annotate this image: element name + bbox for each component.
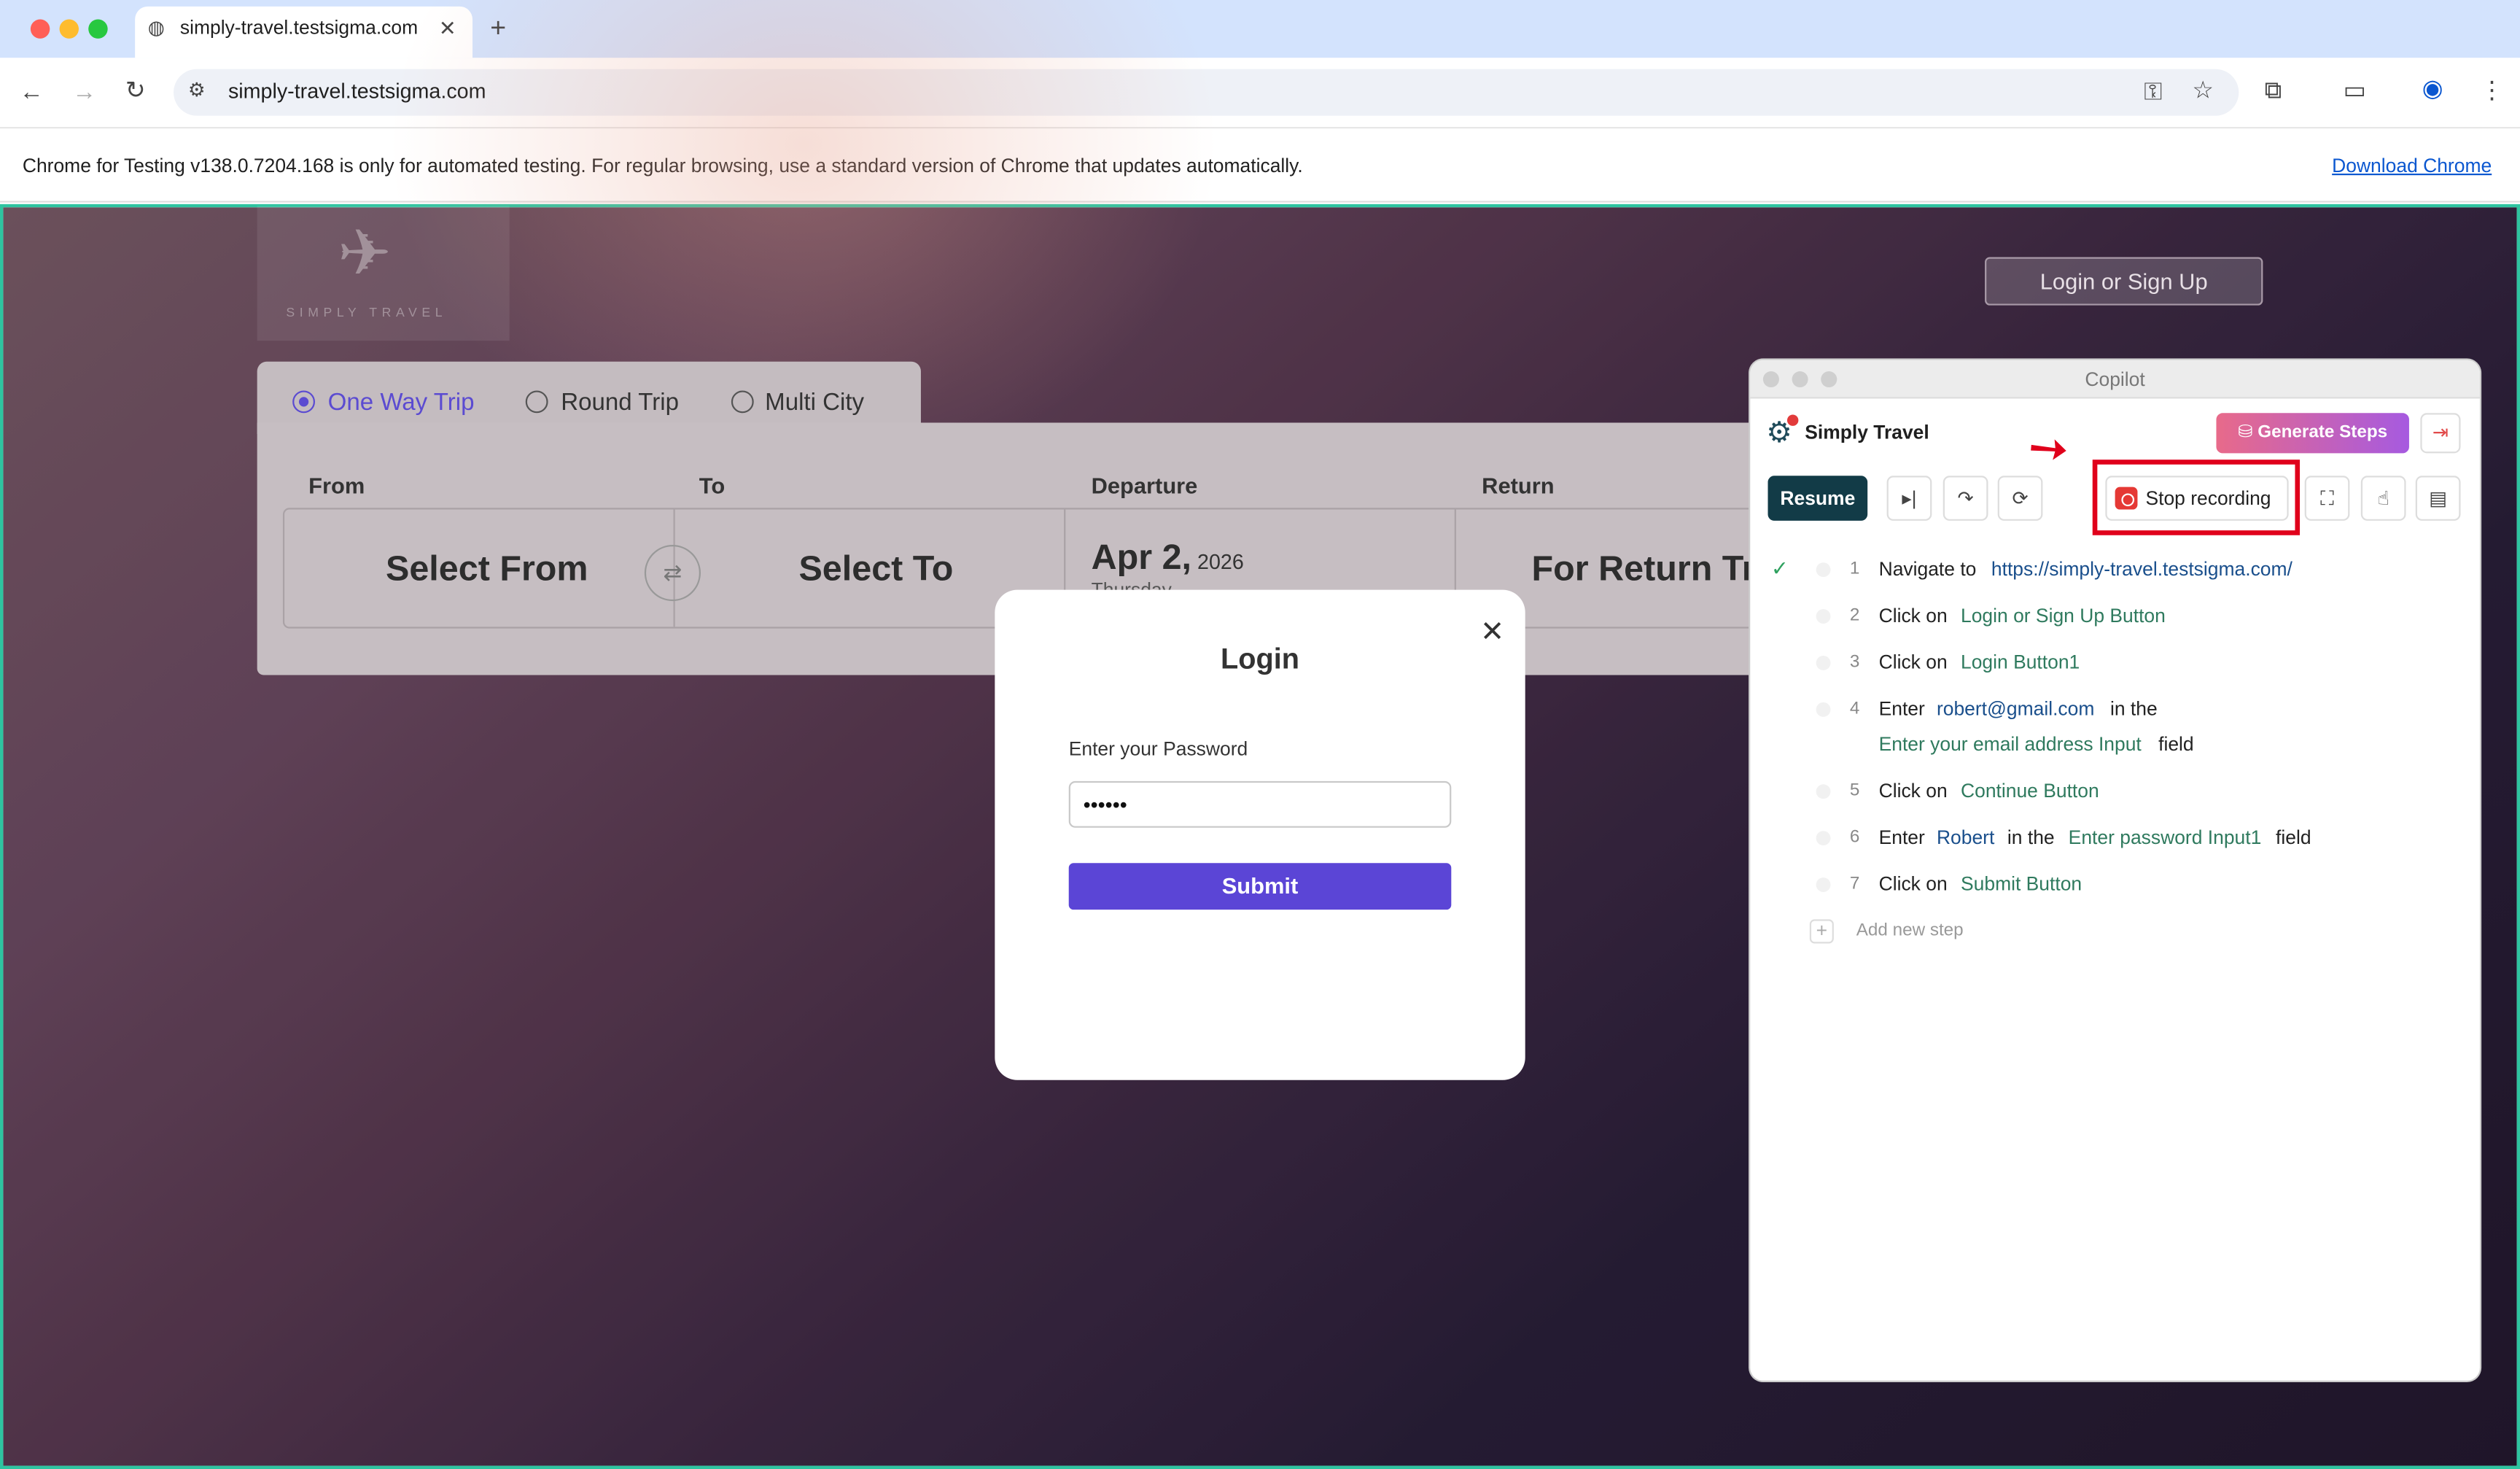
trip-one-way-label[interactable]: One Way Trip xyxy=(328,389,475,416)
step-number: 7 xyxy=(1849,874,1860,894)
add-new-step[interactable]: Add new step xyxy=(1856,921,1964,940)
screenshot-icon[interactable]: ⛶ xyxy=(2304,476,2350,521)
step-dot xyxy=(1816,877,1831,892)
step-number: 6 xyxy=(1849,827,1860,848)
radio-multi-city[interactable] xyxy=(731,390,754,414)
step-action: Click on xyxy=(1878,779,1948,802)
tab-title: simply-travel.testsigma.com xyxy=(179,16,419,39)
trip-multi-label[interactable]: Multi City xyxy=(765,389,864,416)
step-number: 1 xyxy=(1849,559,1860,579)
site-info-icon[interactable]: ⚙ xyxy=(188,80,206,99)
return-label: Return xyxy=(1482,472,1555,499)
recording-dot xyxy=(1786,414,1799,426)
password-label: Enter your Password xyxy=(1068,737,1248,761)
key-icon[interactable]: ⚿ xyxy=(2144,80,2162,104)
close-window-button[interactable] xyxy=(30,19,50,39)
step-element[interactable]: Enter password Input1 xyxy=(2069,826,2262,849)
step-connector: in the xyxy=(2109,697,2158,721)
data-icon[interactable]: ▤ xyxy=(2415,476,2461,521)
project-name: Simply Travel xyxy=(1805,421,1929,444)
step-action: Click on xyxy=(1878,604,1948,627)
maximize-window-button[interactable] xyxy=(88,19,108,39)
step-action: Click on xyxy=(1878,651,1948,674)
step-action: Enter xyxy=(1878,697,1925,721)
step-action: Click on xyxy=(1878,872,1948,896)
radio-one-way[interactable] xyxy=(292,390,316,414)
generate-steps-label: Generate Steps xyxy=(2258,422,2388,442)
profile-icon[interactable]: ◉ xyxy=(2422,77,2443,101)
copilot-title: Copilot xyxy=(2085,368,2145,391)
step-element[interactable]: Continue Button xyxy=(1961,780,2099,802)
generate-steps-button[interactable]: ⛁ Generate Steps xyxy=(2216,413,2409,454)
login-signup-button[interactable]: Login or Sign Up xyxy=(1985,257,2263,306)
step-suffix: field xyxy=(2158,732,2194,756)
departure-date[interactable]: Apr 2, xyxy=(1092,537,1191,578)
step-value[interactable]: robert@gmail.com xyxy=(1937,697,2094,720)
minimize-window-button[interactable] xyxy=(59,19,79,39)
return-field[interactable]: For Return Trip xyxy=(1532,548,1749,589)
extensions-icon[interactable]: ⧉ xyxy=(2265,79,2282,103)
step-element[interactable]: Login Button1 xyxy=(1961,651,2080,673)
step-number: 4 xyxy=(1849,699,1860,718)
step-number: 5 xyxy=(1849,780,1860,801)
to-label: To xyxy=(699,472,726,499)
exit-icon[interactable]: ⇥ xyxy=(2420,413,2461,454)
swap-icon[interactable]: ⇄ xyxy=(644,544,701,602)
back-icon[interactable]: ← xyxy=(19,80,43,104)
from-field[interactable]: Select From xyxy=(386,548,588,589)
check-icon: ✓ xyxy=(1770,556,1789,581)
step-value[interactable]: Robert xyxy=(1937,826,1994,849)
step-dot xyxy=(1816,831,1831,846)
plane-icon: ✈ xyxy=(337,218,392,290)
submit-button[interactable]: Submit xyxy=(1068,863,1452,910)
step-dot xyxy=(1816,784,1831,799)
modal-title: Login xyxy=(1221,643,1299,675)
logo-text: SIMPLY TRAVEL xyxy=(286,305,448,320)
download-chrome-link[interactable]: Download Chrome xyxy=(2332,155,2492,177)
add-step-icon[interactable]: + xyxy=(1809,919,1834,944)
step-dot xyxy=(1816,609,1831,624)
step-forward-icon[interactable]: ▸| xyxy=(1886,476,1932,521)
step-dot xyxy=(1816,702,1831,717)
menu-icon[interactable]: ⋮ xyxy=(2480,79,2504,103)
step-suffix: field xyxy=(2276,826,2311,849)
forward-icon[interactable]: → xyxy=(72,80,96,104)
step-element[interactable]: Enter your email address Input xyxy=(1879,733,2142,756)
radio-round-trip[interactable] xyxy=(525,390,548,414)
bookmark-star-icon[interactable]: ☆ xyxy=(2192,79,2214,103)
step-element[interactable]: Submit Button xyxy=(1961,873,2082,896)
close-icon[interactable]: ✕ xyxy=(1480,616,1504,649)
step-number: 2 xyxy=(1849,605,1860,626)
step-connector: in the xyxy=(2007,826,2055,849)
step-dot xyxy=(1816,562,1831,578)
globe-icon: ◍ xyxy=(147,16,165,39)
departure-label: Departure xyxy=(1091,472,1198,499)
step-action: Navigate to xyxy=(1878,557,1977,581)
from-label: From xyxy=(308,472,365,499)
password-input[interactable]: •••••• xyxy=(1068,780,1452,828)
highlight-box xyxy=(2092,460,2301,535)
redo-icon[interactable]: ↷ xyxy=(1942,476,1988,521)
step-element[interactable]: Login or Sign Up Button xyxy=(1961,605,2166,627)
trip-round-label[interactable]: Round Trip xyxy=(561,389,679,416)
departure-year: 2026 xyxy=(1197,549,1244,574)
step-action: Enter xyxy=(1878,826,1925,849)
step-number: 3 xyxy=(1849,652,1860,673)
step-dot xyxy=(1816,656,1831,670)
hover-icon[interactable]: ☝ xyxy=(2360,476,2406,521)
to-field[interactable]: Select To xyxy=(798,548,953,589)
media-icon[interactable]: ▭ xyxy=(2344,79,2366,103)
replay-icon[interactable]: ⟳ xyxy=(1997,476,2043,521)
resume-button[interactable]: Resume xyxy=(1768,476,1868,521)
step-value[interactable]: https://simply-travel.testsigma.com/ xyxy=(1991,558,2292,581)
reload-icon[interactable]: ↻ xyxy=(125,79,146,103)
